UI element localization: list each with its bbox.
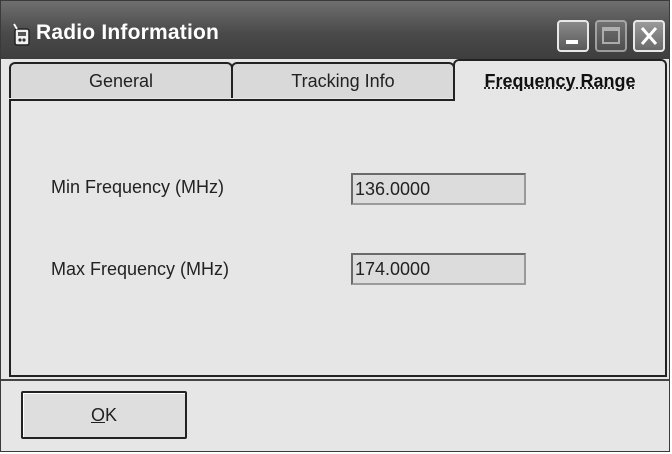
maximize-icon — [602, 27, 620, 44]
tab-frequency-range-label: Frequency Range — [484, 71, 636, 91]
tab-general[interactable]: General — [9, 62, 233, 98]
minimize-button[interactable] — [557, 20, 589, 52]
close-button[interactable] — [633, 20, 665, 52]
footer-divider — [1, 379, 669, 381]
radio-information-window: Radio Information General Tracking Info … — [0, 0, 670, 452]
minimize-icon — [566, 40, 578, 44]
ok-button[interactable]: OK — [21, 391, 187, 439]
tab-tracking-info[interactable]: Tracking Info — [231, 62, 455, 98]
tab-strip: General Tracking Info Frequency Range — [1, 59, 669, 101]
ok-accelerator: O — [90, 405, 105, 425]
close-icon — [640, 27, 658, 45]
max-frequency-label: Max Frequency (MHz) — [51, 259, 230, 279]
ok-label-rest: K — [105, 405, 118, 425]
min-frequency-field[interactable]: 136.0000 — [351, 173, 526, 205]
max-frequency-field[interactable]: 174.0000 — [351, 253, 526, 285]
min-frequency-label: Min Frequency (MHz) — [51, 177, 225, 197]
title-bar[interactable]: Radio Information — [1, 1, 669, 59]
window-title: Radio Information — [36, 21, 220, 44]
maximize-button[interactable] — [595, 20, 627, 52]
tab-frequency-range[interactable]: Frequency Range — [453, 59, 667, 101]
radio-icon — [13, 23, 30, 46]
frequency-range-panel: Min Frequency (MHz) 136.0000 Max Frequen… — [9, 99, 667, 377]
